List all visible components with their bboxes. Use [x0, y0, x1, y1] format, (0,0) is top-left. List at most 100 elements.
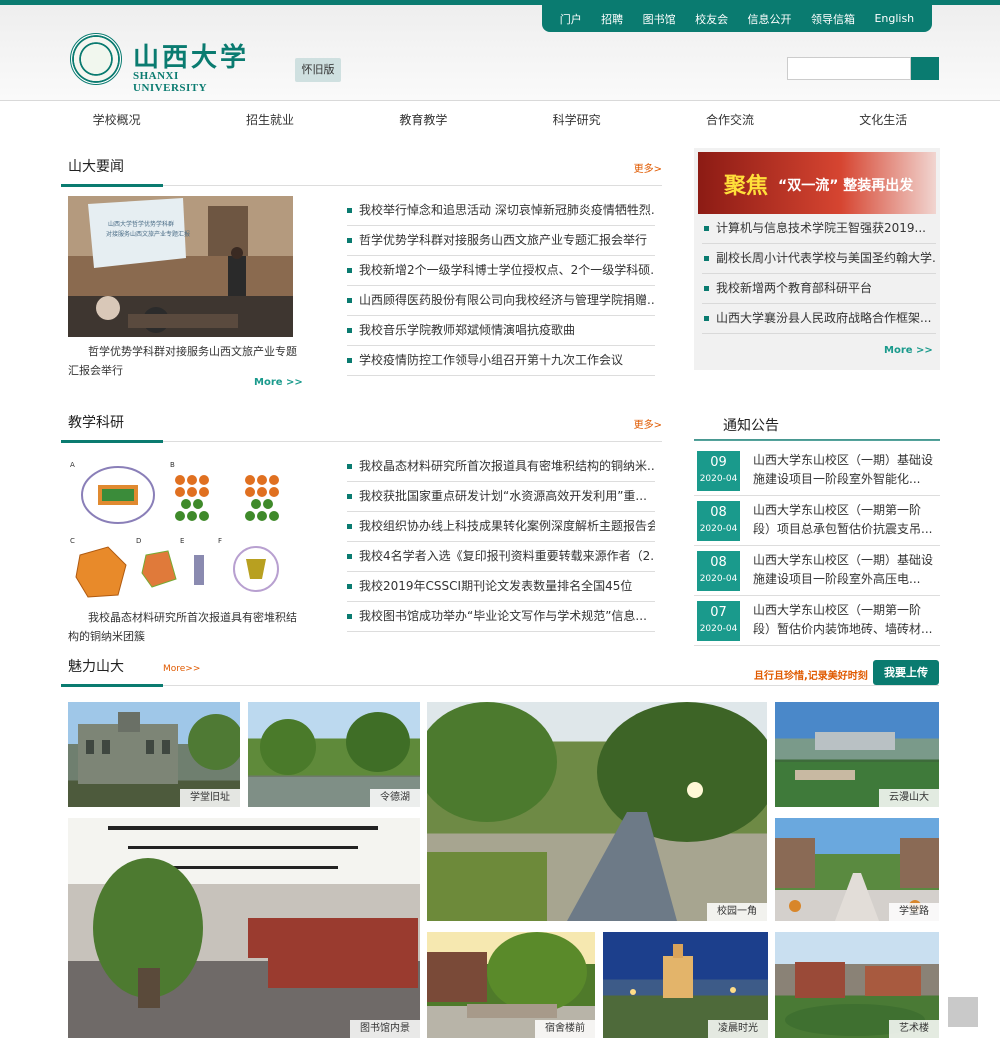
top-link-english[interactable]: English	[874, 12, 914, 25]
right-news-item[interactable]: 计算机与信息技术学院王智强获2019...	[702, 214, 936, 244]
svg-text:E: E	[180, 537, 184, 545]
right-news-more-link[interactable]: More >>	[884, 345, 933, 356]
research-feature-caption[interactable]: 我校晶态材料研究所首次报道具有密堆积结构的铜纳米团簇	[68, 608, 298, 646]
notice-item[interactable]: 08 2020-04 山西大学东山校区（一期）基础设施建设项目一阶段室外高压电..…	[694, 546, 940, 596]
photo-tile[interactable]: 云漫山大	[775, 702, 939, 807]
section-accent-bar	[61, 184, 163, 187]
photo-label: 艺术楼	[889, 1020, 939, 1038]
research-list-item[interactable]: 我校4名学者入选《复印报刊资料重要转载来源作者（2...	[347, 542, 655, 572]
search-box	[787, 57, 939, 80]
site-header: 门户 招聘 图书馆 校友会 信息公开 领导信箱 English 山西大学 SHA…	[0, 5, 1000, 101]
right-news-item[interactable]: 山西大学襄汾县人民政府战略合作框架...	[702, 304, 936, 334]
nav-item-education[interactable]: 教育教学	[399, 111, 447, 128]
svg-text:山西大学哲学优势学科群: 山西大学哲学优势学科群	[108, 220, 174, 228]
svg-text:对接服务山西文旅产业专题汇报: 对接服务山西文旅产业专题汇报	[106, 230, 190, 238]
news-feature-image[interactable]: 山西大学哲学优势学科群 对接服务山西文旅产业专题汇报	[68, 196, 293, 337]
top-link-leader-mailbox[interactable]: 领导信箱	[811, 11, 855, 27]
notice-text[interactable]: 山西大学东山校区（一期）基础设施建设项目一阶段室外智能化...	[753, 451, 935, 489]
news-list-item[interactable]: 我校音乐学院教师郑斌倾情演唱抗疫歌曲	[347, 316, 655, 346]
top-link-portal[interactable]: 门户	[560, 11, 582, 27]
research-list-item[interactable]: 我校获批国家重点研发计划“水资源高效开发利用”重...	[347, 482, 655, 512]
photo-tile[interactable]: 艺术楼	[775, 932, 939, 1038]
research-section-title: 教学科研	[68, 415, 124, 431]
notice-item[interactable]: 07 2020-04 山西大学东山校区（一期第一阶段）暂估价内装饰地砖、墙砖材..…	[694, 596, 940, 646]
site-logo[interactable]: 山西大学 SHANXI UNIVERSITY	[70, 33, 250, 94]
search-input[interactable]	[787, 57, 911, 80]
svg-text:A: A	[70, 461, 75, 469]
research-feature-image[interactable]: A B C D E F	[68, 455, 293, 603]
charm-more-link[interactable]: More>>	[163, 664, 200, 674]
news-list-item[interactable]: 我校举行悼念和追思活动 深切哀悼新冠肺炎疫情牺牲烈...	[347, 196, 655, 226]
top-links-bar: 门户 招聘 图书馆 校友会 信息公开 领导信箱 English	[542, 5, 932, 32]
news-list-item[interactable]: 学校疫情防控工作领导小组召开第十九次工作会议	[347, 346, 655, 376]
svg-text:D: D	[136, 537, 141, 545]
photo-label: 令德湖	[370, 789, 420, 807]
notice-date-badge: 08 2020-04	[697, 501, 740, 541]
top-link-library[interactable]: 图书馆	[643, 11, 676, 27]
news-list-item[interactable]: 我校新增2个一级学科博士学位授权点、2个一级学科硕...	[347, 256, 655, 286]
right-news-item[interactable]: 我校新增两个教育部科研平台	[702, 274, 936, 304]
nav-item-research[interactable]: 科学研究	[553, 111, 601, 128]
research-section-header: 教学科研 更多>	[61, 404, 662, 443]
research-list-item[interactable]: 我校2019年CSSCI期刊论文发表数量排名全国45位	[347, 572, 655, 602]
notice-day: 09	[710, 455, 727, 470]
notice-day: 07	[710, 605, 727, 620]
news-list-item[interactable]: 哲学优势学科群对接服务山西文旅产业专题汇报会举行	[347, 226, 655, 256]
nav-item-about[interactable]: 学校概况	[93, 111, 141, 128]
research-list-item[interactable]: 我校组织协办线上科技成果转化案例深度解析主题报告会	[347, 512, 655, 542]
news-section-header: 山大要闻 更多>	[61, 148, 662, 187]
research-list-item[interactable]: 我校晶态材料研究所首次报道具有密堆积结构的铜纳米...	[347, 452, 655, 482]
notices-header: 通知公告	[694, 408, 940, 441]
photo-label: 凌晨时光	[708, 1020, 768, 1038]
university-emblem-icon	[70, 33, 122, 85]
svg-text:F: F	[218, 537, 222, 545]
photo-label: 宿舍楼前	[535, 1020, 595, 1038]
logo-chinese-name: 山西大学	[133, 43, 250, 73]
notices-title: 通知公告	[723, 418, 779, 434]
section-accent-bar	[61, 440, 163, 443]
research-list-item[interactable]: 我校图书馆成功举办“毕业论文写作与学术规范”信息...	[347, 602, 655, 632]
upload-photo-button[interactable]: 我要上传	[873, 660, 939, 685]
notice-text[interactable]: 山西大学东山校区（一期第一阶段）暂估价内装饰地砖、墙砖材...	[753, 601, 935, 639]
photo-label: 校园一角	[707, 903, 767, 921]
nav-item-cooperation[interactable]: 合作交流	[706, 111, 754, 128]
notice-date-badge: 09 2020-04	[697, 451, 740, 491]
search-button[interactable]	[911, 57, 939, 80]
notice-item[interactable]: 08 2020-04 山西大学东山校区（一期第一阶段）项目总承包暂估价抗震支吊..…	[694, 496, 940, 546]
logo-english-name: SHANXI UNIVERSITY	[133, 70, 208, 94]
notice-month: 2020-04	[699, 574, 738, 584]
notice-date-badge: 08 2020-04	[697, 551, 740, 591]
notice-text[interactable]: 山西大学东山校区（一期）基础设施建设项目一阶段室外高压电...	[753, 551, 935, 589]
top-link-jobs[interactable]: 招聘	[601, 11, 623, 27]
news-list-item[interactable]: 山西顾得医药股份有限公司向我校经济与管理学院捐赠...	[347, 286, 655, 316]
nav-item-admissions[interactable]: 招生就业	[246, 111, 294, 128]
photo-tile[interactable]: 学堂旧址	[68, 702, 240, 807]
top-link-info-disclosure[interactable]: 信息公开	[748, 11, 792, 27]
notice-month: 2020-04	[699, 524, 738, 534]
back-to-top-button[interactable]	[948, 997, 978, 1027]
photo-tile[interactable]: 令德湖	[248, 702, 420, 807]
photo-tile[interactable]: 宿舍楼前	[427, 932, 595, 1038]
notice-item[interactable]: 09 2020-04 山西大学东山校区（一期）基础设施建设项目一阶段室外智能化..…	[694, 446, 940, 496]
section-accent-bar	[694, 439, 940, 441]
charm-section-title: 魅力山大	[68, 659, 124, 675]
notice-month: 2020-04	[699, 474, 738, 484]
photo-tile[interactable]: 凌晨时光	[603, 932, 768, 1038]
news-feature-more-link[interactable]: More >>	[254, 377, 303, 388]
photo-tile[interactable]: 校园一角	[427, 702, 767, 921]
photo-tile[interactable]: 图书馆内景	[68, 818, 420, 1038]
research-more-link[interactable]: 更多>	[634, 416, 662, 431]
double-first-class-banner[interactable]: 聚焦 “双一流” 整装再出发	[698, 152, 936, 214]
news-more-link[interactable]: 更多>	[634, 160, 662, 175]
photo-label: 图书馆内景	[350, 1020, 420, 1038]
news-feature-caption[interactable]: 哲学优势学科群对接服务山西文旅产业专题汇报会举行	[68, 342, 298, 380]
notice-text[interactable]: 山西大学东山校区（一期第一阶段）项目总承包暂估价抗震支吊...	[753, 501, 935, 539]
photo-tile[interactable]: 学堂路	[775, 818, 939, 921]
right-news-item[interactable]: 副校长周小计代表学校与美国圣约翰大学...	[702, 244, 936, 274]
section-accent-bar	[61, 684, 163, 687]
old-version-button[interactable]: 怀旧版	[295, 58, 341, 82]
photo-label: 云漫山大	[879, 789, 939, 807]
top-link-alumni[interactable]: 校友会	[695, 11, 728, 27]
nav-item-culture[interactable]: 文化生活	[859, 111, 907, 128]
svg-text:B: B	[170, 461, 175, 469]
